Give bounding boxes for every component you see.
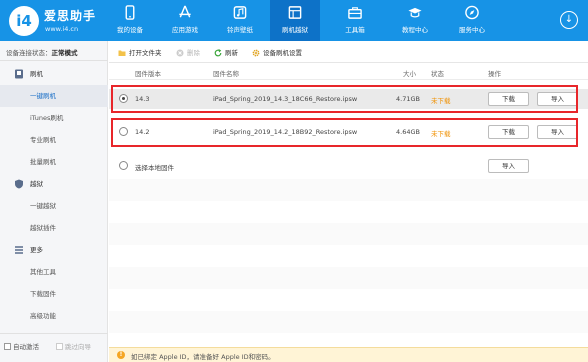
nav-tutorials[interactable]: 教程中心 xyxy=(390,0,440,41)
col-name: 固件名称 xyxy=(213,70,239,78)
notice-text: 如已绑定 Apple ID，请准备好 Apple ID和密码。 xyxy=(131,353,275,361)
sidebar-item-pro-flash[interactable]: 专业刷机 xyxy=(0,129,108,151)
flash-box-icon xyxy=(288,6,302,19)
nav-label: 教程中心 xyxy=(402,26,428,34)
nav-my-device[interactable]: 我的设备 xyxy=(105,0,155,41)
empty-row xyxy=(109,267,588,289)
sidebar-item-label: 其他工具 xyxy=(30,268,56,276)
refresh-icon xyxy=(214,48,222,56)
open-folder-button[interactable]: 打开文件夹 xyxy=(118,47,162,57)
nav-toolbox[interactable]: 工具箱 xyxy=(330,0,380,41)
highlight-box xyxy=(111,85,578,113)
sidebar-item-download-firmware[interactable]: 下载固件 xyxy=(0,283,108,305)
sidebar-section-more[interactable]: 更多 xyxy=(0,239,108,261)
sidebar-item-label: iTunes刷机 xyxy=(30,114,64,122)
nav-service-center[interactable]: 服务中心 xyxy=(447,0,497,41)
local-import-button[interactable]: 导入 xyxy=(488,159,529,173)
col-actions: 操作 xyxy=(488,70,501,78)
folder-icon xyxy=(118,50,126,56)
notice-bar: ! 如已绑定 Apple ID，请准备好 Apple ID和密码。 xyxy=(109,347,588,362)
nav-label: 服务中心 xyxy=(459,26,485,34)
device-flash-settings-button[interactable]: 设备刷机设置 xyxy=(252,47,302,57)
sidebar-section-flash[interactable]: 刷机 xyxy=(0,63,108,85)
compass-icon xyxy=(465,5,479,20)
local-firmware-label: 选择本地固件 xyxy=(135,164,174,172)
sidebar: 设备连接状态：正常模式 刷机 一键刷机 iTunes刷机 专业刷机 批量刷机 越… xyxy=(0,41,108,362)
sidebar-item-one-click-jailbreak[interactable]: 一键越狱 xyxy=(0,195,108,217)
sidebar-item-jailbreak-plugins[interactable]: 越狱插件 xyxy=(0,217,108,239)
app-store-icon xyxy=(179,5,191,18)
nav-apps-games[interactable]: 应用游戏 xyxy=(160,0,210,41)
toolbox-icon xyxy=(348,7,362,19)
nav-flash-jailbreak[interactable]: 刷机越狱 xyxy=(270,0,320,41)
brand-url: www.i4.cn xyxy=(45,25,79,33)
brand-name: 爱思助手 xyxy=(44,9,97,23)
music-icon xyxy=(233,6,247,19)
nav-label: 铃声壁纸 xyxy=(227,26,253,34)
sidebar-item-label: 越狱插件 xyxy=(30,224,56,232)
connection-mode: 正常模式 xyxy=(51,49,78,57)
checkbox-icon xyxy=(56,343,63,350)
sidebar-item-batch-flash[interactable]: 批量刷机 xyxy=(0,151,108,173)
warning-icon: ! xyxy=(117,351,125,359)
col-version: 固件版本 xyxy=(135,70,161,78)
auto-activate-checkbox[interactable]: 自动激活 xyxy=(4,341,39,351)
skip-guide-checkbox[interactable]: 跳过向导 xyxy=(56,341,91,351)
sidebar-item-itunes-flash[interactable]: iTunes刷机 xyxy=(0,107,108,129)
sidebar-item-label: 一键刷机 xyxy=(30,92,56,100)
local-firmware-radio[interactable] xyxy=(119,161,128,170)
highlight-box xyxy=(111,118,578,147)
empty-row xyxy=(109,311,588,333)
shield-icon xyxy=(15,179,23,189)
col-status: 状态 xyxy=(431,70,444,78)
sidebar-item-label: 越狱 xyxy=(30,180,43,188)
menu-icon xyxy=(15,246,23,254)
sidebar-item-label: 刷机 xyxy=(30,70,43,78)
gear-icon xyxy=(252,49,260,56)
arrow-down-icon: ↓ xyxy=(564,14,574,25)
phone-icon xyxy=(125,5,135,20)
sidebar-item-label: 高级功能 xyxy=(30,312,56,320)
local-firmware-row[interactable]: 选择本地固件 导入 xyxy=(109,156,588,176)
refresh-button[interactable]: 刷新 xyxy=(214,47,238,57)
sidebar-item-label: 专业刷机 xyxy=(30,136,56,144)
flash-icon xyxy=(15,69,23,79)
download-manager-button[interactable]: ↓ xyxy=(560,11,578,29)
nav-label: 刷机越狱 xyxy=(282,26,308,34)
delete-icon xyxy=(176,49,184,56)
nav-label: 工具箱 xyxy=(345,26,365,34)
app-logo: i4 xyxy=(9,6,39,36)
nav-label: 应用游戏 xyxy=(172,26,198,34)
sidebar-item-label: 更多 xyxy=(30,246,43,254)
sidebar-item-one-click-flash[interactable]: 一键刷机 xyxy=(0,85,108,107)
sidebar-section-jailbreak[interactable]: 越狱 xyxy=(0,173,108,195)
sidebar-item-advanced[interactable]: 高级功能 xyxy=(0,305,108,327)
sidebar-item-label: 下载固件 xyxy=(30,290,56,298)
divider xyxy=(0,60,108,61)
col-size: 大小 xyxy=(403,70,416,78)
empty-row xyxy=(109,223,588,245)
empty-row xyxy=(109,179,588,201)
toolbar: 打开文件夹 删除 刷新 设备刷机设置 xyxy=(109,41,588,63)
sidebar-item-other-tools[interactable]: 其他工具 xyxy=(0,261,108,283)
graduation-cap-icon xyxy=(408,7,422,18)
nav-label: 我的设备 xyxy=(117,26,143,34)
nav-ringtones-wallpapers[interactable]: 铃声壁纸 xyxy=(215,0,265,41)
sidebar-item-label: 批量刷机 xyxy=(30,158,56,166)
sidebar-footer: 自动激活 跳过向导 xyxy=(0,333,108,362)
top-navigation-bar: i4 爱思助手 www.i4.cn 我的设备 应用游戏 铃声壁纸 刷机越狱 工具… xyxy=(0,0,588,41)
checkbox-icon xyxy=(4,343,11,350)
sidebar-item-label: 一键越狱 xyxy=(30,202,56,210)
delete-button[interactable]: 删除 xyxy=(176,47,200,57)
connection-status: 设备连接状态：正常模式 xyxy=(6,49,78,57)
firmware-table-header: 固件版本 固件名称 大小 状态 操作 xyxy=(109,64,588,80)
